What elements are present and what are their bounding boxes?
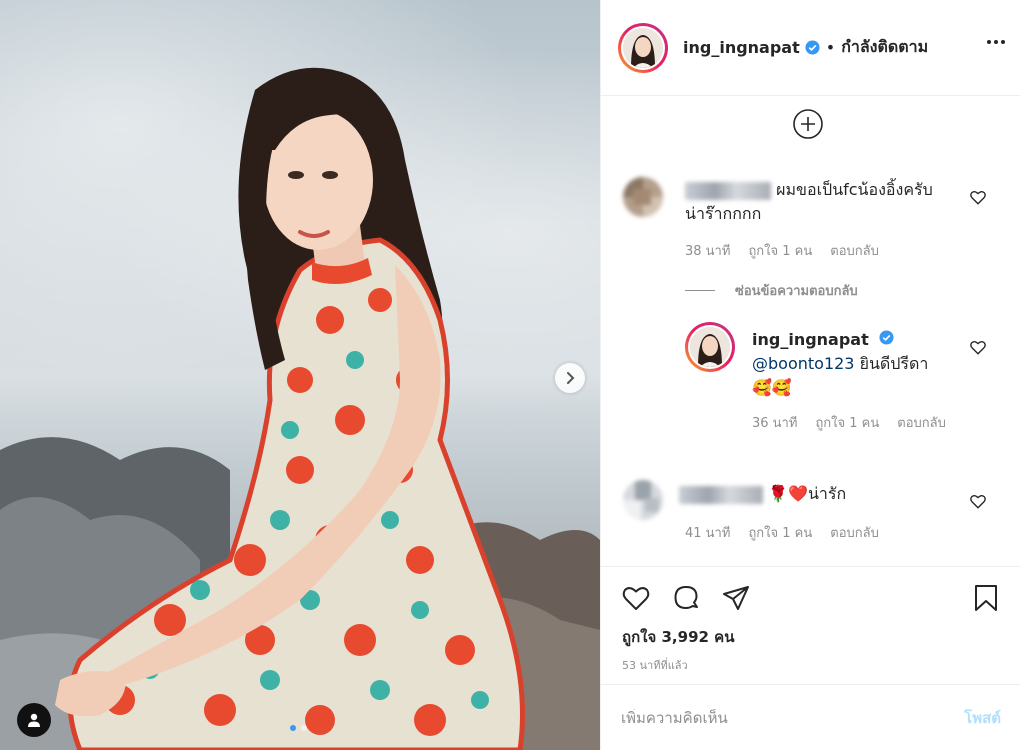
reply-body: ing_ingnapat @boonto123 ยินดีปรีดา 🥰🥰 (752, 328, 962, 400)
post-image[interactable] (0, 0, 600, 750)
heart-icon[interactable] (969, 492, 987, 510)
reply-meta: 36 นาที ถูกใจ 1 คน ตอบกลับ (752, 412, 952, 433)
separator-dot: • (825, 38, 836, 57)
chevron-right-icon (567, 372, 575, 384)
reply-time[interactable]: 36 นาที (752, 412, 797, 433)
comment-meta: 38 นาที ถูกใจ 1 คน ตอบกลับ (685, 240, 879, 261)
commenter-avatar[interactable] (623, 177, 663, 217)
comment-body: 🌹❤️น่ารัก (679, 482, 959, 506)
carousel-dot (301, 725, 307, 731)
hide-replies-button[interactable]: ซ่อนข้อความตอบกลับ (685, 280, 858, 301)
avatar-photo (690, 327, 730, 367)
comment-likes[interactable]: ถูกใจ 1 คน (748, 522, 812, 543)
comment-likes[interactable]: ถูกใจ 1 คน (748, 240, 812, 261)
reply-emoji: 🥰🥰 (752, 378, 792, 397)
author-avatar[interactable] (618, 22, 668, 73)
woman-figure (55, 67, 525, 750)
more-options-icon[interactable] (987, 40, 1005, 44)
post-header: ing_ingnapat • กำลังติดตาม (601, 0, 1020, 96)
posted-time[interactable]: 53 นาทีที่แล้ว (622, 656, 688, 674)
plus-circle-icon[interactable] (792, 108, 824, 140)
reply-likes[interactable]: ถูกใจ 1 คน (815, 412, 879, 433)
post-actions: ถูกใจ 3,992 คน 53 นาทีที่แล้ว (601, 566, 1020, 684)
carousel-dot-active (290, 725, 296, 731)
share-send-icon[interactable] (721, 583, 751, 613)
commenter-username[interactable] (679, 485, 763, 504)
user-icon (28, 713, 40, 727)
next-image-button[interactable] (555, 363, 585, 393)
comment-meta: 41 นาที ถูกใจ 1 คน ตอบกลับ (685, 522, 879, 543)
reply-button[interactable]: ตอบกลับ (830, 240, 879, 261)
carousel-indicator (290, 725, 307, 731)
comment-emoji: 🌹❤️ (768, 484, 808, 503)
reply-button[interactable]: ตอบกลับ (897, 412, 946, 433)
comment-time[interactable]: 38 นาที (685, 240, 730, 261)
heart-icon[interactable] (969, 188, 987, 206)
comment-bubble-icon[interactable] (671, 583, 701, 613)
reply-text: ยินดีปรีดา (854, 354, 929, 373)
avatar-photo (623, 27, 663, 68)
commenter-avatar[interactable] (623, 480, 663, 520)
hide-replies-label: ซ่อนข้อความตอบกลับ (735, 284, 858, 299)
mention-link[interactable]: @boonto123 (752, 354, 854, 373)
tagged-users-button[interactable] (17, 703, 51, 737)
reply-button[interactable]: ตอบกลับ (830, 522, 879, 543)
comment-text: น่ารัก (807, 484, 847, 503)
comment-input[interactable] (621, 708, 965, 727)
verified-badge-icon (879, 330, 894, 345)
post-comment-button[interactable]: โพสต์ (964, 706, 1001, 730)
add-comment-bar: โพสต์ (601, 684, 1020, 750)
post-side-panel: ing_ingnapat • กำลังติดตาม ผมขอเป็นfcน้อ… (600, 0, 1020, 750)
hide-replies-line (685, 290, 715, 291)
reply-username[interactable]: ing_ingnapat (752, 330, 869, 349)
reply-author-avatar[interactable] (685, 322, 735, 372)
following-button[interactable]: กำลังติดตาม (841, 35, 928, 60)
bookmark-icon[interactable] (971, 583, 1001, 613)
like-heart-icon[interactable] (621, 583, 651, 613)
comment-body: ผมขอเป็นfcน้องอิ้งครับ น่าร๊ากกกก (685, 178, 955, 226)
heart-icon[interactable] (969, 338, 987, 356)
comment-time[interactable]: 41 นาที (685, 522, 730, 543)
commenter-username[interactable] (685, 181, 771, 200)
likes-count[interactable]: ถูกใจ 3,992 คน (622, 625, 734, 649)
verified-badge-icon (805, 40, 820, 55)
author-username[interactable]: ing_ingnapat (683, 38, 800, 57)
